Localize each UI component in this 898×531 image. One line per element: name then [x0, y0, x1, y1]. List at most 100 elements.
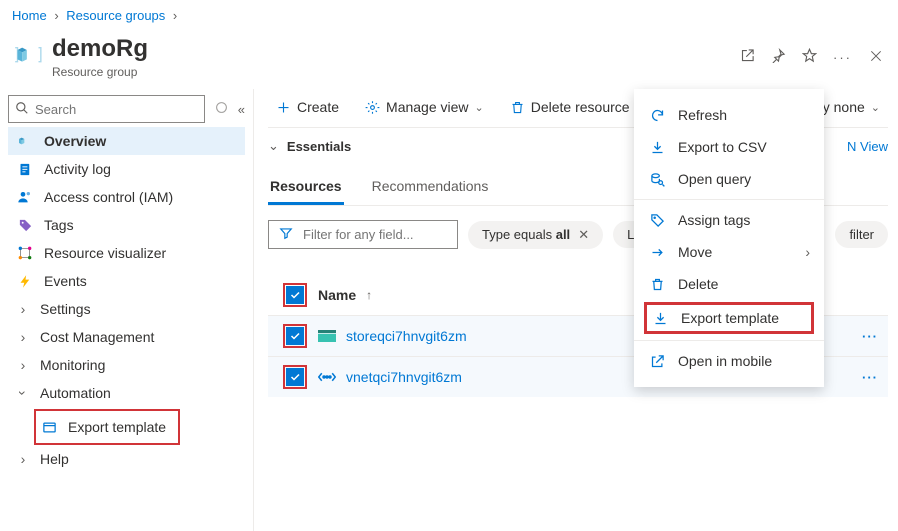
row-more-icon[interactable]: ···: [862, 370, 884, 385]
sidebar-item-label: Settings: [40, 301, 91, 317]
filter-icon: [279, 226, 293, 243]
sidebar-item-automation[interactable]: › Automation: [8, 379, 245, 407]
chevron-right-icon: ›: [16, 357, 30, 373]
download-icon: [651, 311, 669, 326]
sidebar-item-resvis[interactable]: Resource visualizer: [8, 239, 245, 267]
sidebar-item-tags[interactable]: Tags: [8, 211, 245, 239]
filter-input-wrap[interactable]: [268, 220, 458, 249]
row-checkbox[interactable]: [286, 327, 304, 345]
row-more-icon[interactable]: ···: [862, 329, 884, 344]
collapse-sidebar-icon[interactable]: «: [238, 102, 245, 117]
main-panel: Create Manage view ⌄ Delete resource gro…: [254, 89, 898, 531]
search-input-wrap[interactable]: [8, 95, 205, 123]
sidebar-item-help[interactable]: › Help: [8, 445, 245, 473]
sidebar-item-settings[interactable]: › Settings: [8, 295, 245, 323]
trash-icon: [648, 277, 666, 292]
sidebar-item-label: Activity log: [44, 161, 111, 177]
button-label: Manage view: [386, 99, 469, 115]
clear-filter-icon[interactable]: ✕: [578, 227, 589, 243]
search-input[interactable]: [35, 102, 198, 117]
sidebar-item-label: Export template: [68, 419, 166, 435]
menu-delete[interactable]: Delete: [634, 268, 824, 300]
filter-input[interactable]: [303, 227, 447, 242]
resource-link[interactable]: vnetqci7hnvgit6zm: [346, 369, 462, 385]
breadcrumb-sep: ›: [173, 8, 177, 23]
menu-export-template[interactable]: Export template: [651, 310, 807, 326]
chevron-right-icon: ›: [805, 244, 810, 260]
page-subtitle: Resource group: [52, 65, 148, 79]
gear-icon: [365, 100, 380, 115]
sort-asc-icon: ↑: [366, 288, 372, 302]
chevron-right-icon: ›: [16, 451, 30, 467]
json-view-link[interactable]: N View: [847, 139, 888, 154]
close-icon[interactable]: [868, 48, 884, 67]
share-icon[interactable]: [740, 48, 755, 66]
resource-group-icon: [14, 43, 42, 71]
refresh-icon: [648, 108, 666, 123]
sidebar: « Overview Activity log Access control (…: [0, 89, 254, 531]
breadcrumb-home[interactable]: Home: [12, 8, 47, 23]
sidebar-item-label: Access control (IAM): [44, 189, 173, 205]
log-icon: [16, 162, 34, 177]
manage-view-button[interactable]: Manage view ⌄: [357, 93, 492, 121]
menu-assign-tags[interactable]: Assign tags: [634, 204, 824, 236]
essentials-label: Essentials: [287, 139, 351, 154]
menu-open-query[interactable]: Open query: [634, 163, 824, 195]
sidebar-item-label: Monitoring: [40, 357, 105, 373]
breadcrumb: Home › Resource groups ›: [0, 0, 898, 31]
button-label: Create: [297, 99, 339, 115]
chevron-right-icon: ›: [16, 301, 30, 317]
overview-icon: [16, 133, 34, 149]
template-icon: [40, 420, 58, 435]
menu-open-mobile[interactable]: Open in mobile: [634, 345, 824, 377]
tab-resources[interactable]: Resources: [268, 170, 344, 205]
sidebar-item-activity[interactable]: Activity log: [8, 155, 245, 183]
search-icon: [15, 101, 29, 118]
favorite-icon[interactable]: [802, 48, 817, 66]
query-icon: [648, 172, 666, 187]
chevron-down-icon: ⌄: [268, 138, 279, 154]
resource-link[interactable]: storeqci7hnvgit6zm: [346, 328, 467, 344]
chevron-right-icon: ›: [16, 329, 30, 345]
arrow-right-icon: [648, 245, 666, 260]
tag-icon: [16, 218, 34, 233]
sidebar-item-overview[interactable]: Overview: [8, 127, 245, 155]
chevron-down-icon: ⌄: [871, 101, 880, 114]
sidebar-item-events[interactable]: Events: [8, 267, 245, 295]
sidebar-item-export-template[interactable]: Export template: [40, 413, 174, 441]
sidebar-item-monitoring[interactable]: › Monitoring: [8, 351, 245, 379]
storage-icon: [318, 329, 336, 343]
page-title: demoRg: [52, 35, 148, 63]
menu-refresh[interactable]: Refresh: [634, 99, 824, 131]
tab-recommendations[interactable]: Recommendations: [370, 170, 491, 205]
breadcrumb-rg[interactable]: Resource groups: [66, 8, 165, 23]
breadcrumb-sep: ›: [54, 8, 58, 23]
sidebar-item-iam[interactable]: Access control (IAM): [8, 183, 245, 211]
pin-icon[interactable]: [771, 48, 786, 66]
page-header: demoRg Resource group ···: [0, 31, 898, 89]
download-icon: [648, 140, 666, 155]
sidebar-item-label: Overview: [44, 133, 106, 149]
context-menu: Refresh Export to CSV Open query Assign …: [634, 89, 824, 387]
sidebar-item-label: Automation: [40, 385, 111, 401]
sidebar-item-label: Tags: [44, 217, 74, 233]
sidebar-item-label: Cost Management: [40, 329, 154, 345]
row-checkbox[interactable]: [286, 368, 304, 386]
vnet-icon: [318, 370, 336, 384]
plus-icon: [276, 100, 291, 115]
events-icon: [16, 274, 34, 289]
select-all-checkbox[interactable]: [286, 286, 304, 304]
type-filter-pill[interactable]: Type equals all ✕: [468, 221, 603, 249]
menu-export-csv[interactable]: Export to CSV: [634, 131, 824, 163]
trash-icon: [510, 100, 525, 115]
more-icon[interactable]: ···: [833, 50, 852, 65]
people-icon: [16, 189, 34, 205]
sidebar-item-cost[interactable]: › Cost Management: [8, 323, 245, 351]
chevron-down-icon: ⌄: [475, 101, 484, 114]
open-mobile-icon: [648, 354, 666, 369]
add-filter-pill[interactable]: filter: [835, 221, 888, 248]
create-button[interactable]: Create: [268, 93, 347, 121]
sidebar-pin-icon[interactable]: [215, 101, 228, 117]
menu-move[interactable]: Move ›: [634, 236, 824, 268]
sidebar-item-label: Help: [40, 451, 69, 467]
